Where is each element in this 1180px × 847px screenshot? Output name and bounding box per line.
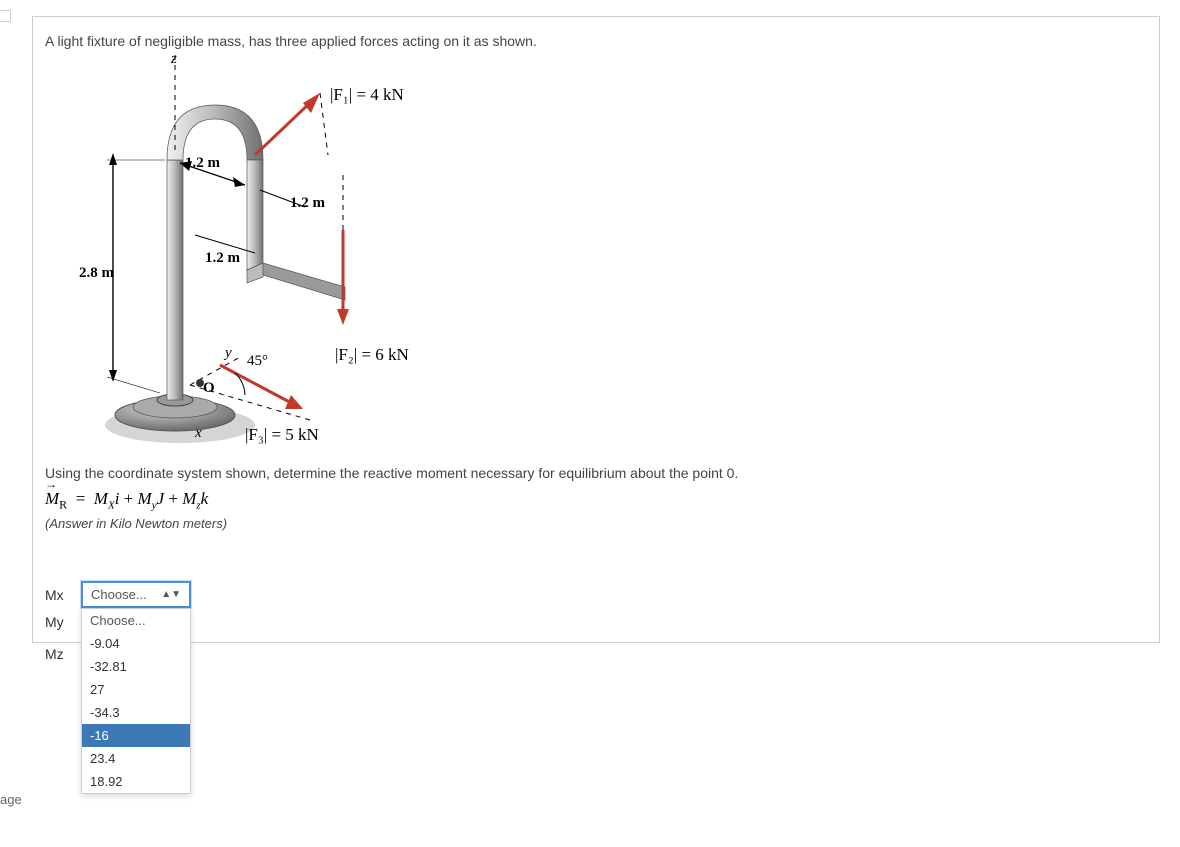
- dim-arc: 1.2 m: [185, 155, 220, 172]
- dropdown-menu-mx: Choose... -9.04 -32.81 27 -34.3 -16 23.4…: [81, 608, 191, 794]
- left-rail: [0, 0, 12, 847]
- nav-tab-marker: [0, 10, 11, 22]
- dropdown-option-3[interactable]: -34.3: [82, 701, 190, 724]
- origin-label: O: [203, 380, 215, 397]
- dropdown-option-6[interactable]: 18.92: [82, 770, 190, 793]
- equation-mr: →MR = MXi + MyJ + Mzk: [45, 489, 1147, 512]
- answer-labels-stack: My Mz: [45, 614, 64, 662]
- dropdown-option-0[interactable]: -9.04: [82, 632, 190, 655]
- axis-x-label: x: [195, 425, 202, 442]
- force-f3-label: |F₃| = 5 kN: [245, 425, 319, 445]
- diagram-svg: [45, 55, 465, 455]
- fixture-diagram: z y x O 2.8 m 1.2 m 1.2 m 1.2 m 45° |F₁|…: [45, 55, 465, 455]
- dropdown-option-4[interactable]: -16: [82, 724, 190, 747]
- instruction-text: Using the coordinate system shown, deter…: [45, 465, 1147, 481]
- dropdown-mx[interactable]: Choose... ▲▼ Choose... -9.04 -32.81 27 -…: [81, 581, 191, 608]
- dim-height: 2.8 m: [79, 265, 114, 282]
- dim-arm2: 1.2 m: [205, 250, 240, 267]
- force-f2-label: |F₂| = 6 kN: [335, 345, 409, 365]
- dropdown-option-2[interactable]: 27: [82, 678, 190, 701]
- select-mx[interactable]: Choose... ▲▼: [81, 581, 191, 608]
- axis-z-label: z: [171, 51, 177, 68]
- dropdown-option-5[interactable]: 23.4: [82, 747, 190, 770]
- dropdown-option-1[interactable]: -32.81: [82, 655, 190, 678]
- dropdown-option-header[interactable]: Choose...: [82, 609, 190, 632]
- answer-units-note: (Answer in Kilo Newton meters): [45, 516, 1147, 531]
- label-mz: Mz: [45, 646, 64, 662]
- answer-block: Mx Choose... ▲▼ Choose... -9.04 -32.81 2…: [45, 581, 1147, 608]
- dim-arm1: 1.2 m: [290, 195, 325, 212]
- answer-row-mx: Mx Choose... ▲▼ Choose... -9.04 -32.81 2…: [45, 581, 1147, 608]
- select-mx-value: Choose...: [91, 587, 147, 602]
- label-my: My: [45, 614, 64, 630]
- label-mx: Mx: [45, 587, 81, 603]
- force-f1-label: |F₁| = 4 kN: [330, 85, 404, 105]
- problem-intro: A light fixture of negligible mass, has …: [45, 33, 1147, 49]
- axis-y-label: y: [225, 345, 232, 362]
- question-panel: A light fixture of negligible mass, has …: [32, 16, 1160, 643]
- partial-page-label: age: [0, 792, 22, 807]
- select-caret-icon: ▲▼: [161, 589, 181, 600]
- angle-label: 45°: [247, 353, 268, 370]
